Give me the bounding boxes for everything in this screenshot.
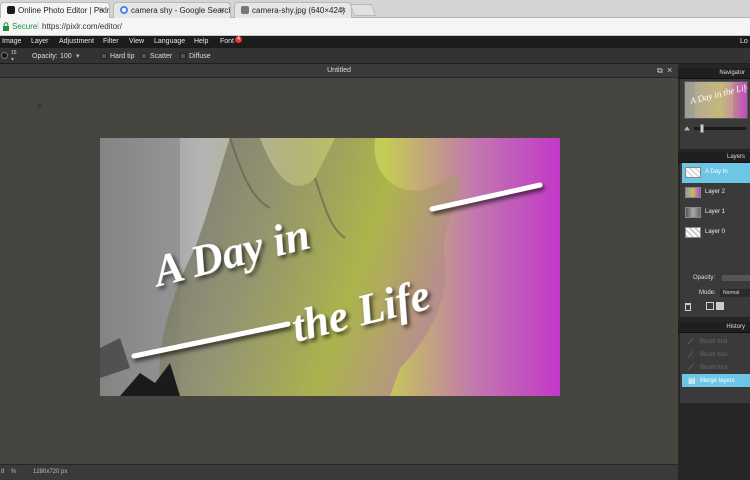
- google-favicon-icon: [120, 6, 128, 14]
- close-tab-icon[interactable]: ×: [99, 5, 104, 15]
- hard-tip-checkbox[interactable]: [101, 53, 107, 59]
- browser-tab-image[interactable]: camera-shy.jpg (640×424) ×: [234, 2, 352, 18]
- menu-filter[interactable]: Filter: [103, 38, 119, 45]
- layers-panel: A Day In Layer 2 Layer 1 Layer 0 Opacity…: [680, 163, 750, 317]
- menu-image[interactable]: Image: [2, 38, 21, 45]
- history-item-label: Brush tool: [700, 352, 728, 358]
- opacity-dropdown-icon[interactable]: ▾: [76, 52, 80, 60]
- zoom-slider-handle[interactable]: [700, 124, 704, 133]
- layer-row-layer-1[interactable]: Layer 1: [682, 203, 750, 223]
- layer-name: Layer 0: [705, 229, 726, 235]
- layer-name: Layer 2: [705, 189, 726, 195]
- brush-size-dropdown-icon[interactable]: ▾: [11, 56, 14, 63]
- canvas-image: A Day in the Life: [100, 138, 560, 396]
- menu-adjustment[interactable]: Adjustment: [59, 38, 94, 45]
- pixlr-favicon-icon: [7, 6, 15, 14]
- layer-row-layer-2[interactable]: Layer 2: [682, 183, 750, 203]
- menu-font[interactable]: Font: [220, 38, 234, 45]
- layer-style-icon[interactable]: [716, 302, 724, 310]
- browser-tab-bar: Online Photo Editor | Pixlr Edi × camera…: [0, 0, 750, 18]
- layer-mode-select[interactable]: Normal: [720, 289, 750, 297]
- document-workspace: Untitled ⧉ × A Day in the Life 8 % 1280x…: [0, 64, 678, 480]
- brush-icon: ⟋: [688, 337, 694, 346]
- address-divider: |: [37, 21, 40, 30]
- layer-opacity-label: Opacity:: [693, 275, 716, 281]
- secure-label: Secure: [12, 22, 38, 31]
- close-tab-icon[interactable]: ×: [220, 5, 225, 15]
- hard-tip-label: Hard tip: [110, 53, 135, 60]
- layers-header[interactable]: Layers: [678, 152, 750, 163]
- opacity-value[interactable]: 100: [60, 53, 72, 60]
- document-status-bar: 8 % 1280x720 px: [0, 464, 678, 480]
- close-tab-icon[interactable]: ×: [341, 5, 346, 15]
- scatter-label: Scatter: [150, 53, 173, 60]
- navigator-preview[interactable]: A Day in the Life: [684, 81, 748, 119]
- history-panel: ⟋ Brush tool ⟋ Brush tool ⟋ Brush tool ▤…: [680, 333, 750, 403]
- brush-cursor-icon: [37, 104, 42, 109]
- layer-thumbnail: [685, 167, 701, 178]
- history-item-active[interactable]: ▤ Merge layers: [682, 374, 750, 387]
- tool-options-bar: 15 ▾ Opacity: 100 ▾ Hard tip Scatter Dif…: [0, 48, 750, 64]
- navigator-title: Navigator: [719, 70, 745, 76]
- layer-row-layer-0[interactable]: Layer 0: [682, 223, 750, 243]
- brush-icon: ⟋: [688, 363, 694, 372]
- browser-tab-pixlr[interactable]: Online Photo Editor | Pixlr Edi ×: [0, 2, 110, 18]
- history-item-label: Brush tool: [700, 365, 728, 371]
- document-title: Untitled: [327, 67, 351, 74]
- scatter-checkbox[interactable]: [141, 53, 147, 59]
- merge-layers-icon: ▤: [688, 376, 696, 385]
- url-text[interactable]: https://pixlr.com/editor/: [42, 22, 122, 31]
- zoom-unit: %: [11, 469, 17, 475]
- layers-title: Layers: [726, 154, 745, 160]
- layer-thumbnail: [685, 187, 701, 198]
- layer-name: A Day In: [705, 169, 728, 175]
- lock-icon: [3, 22, 9, 31]
- menu-layer[interactable]: Layer: [31, 38, 49, 45]
- tab-label: Online Photo Editor | Pixlr Edi: [18, 6, 110, 15]
- layer-mask-icon[interactable]: [706, 302, 714, 310]
- zoom-out-icon[interactable]: [684, 126, 690, 131]
- document-title-bar[interactable]: Untitled ⧉ ×: [0, 64, 678, 78]
- image-favicon-icon: [241, 6, 249, 14]
- close-document-icon[interactable]: ×: [667, 65, 672, 75]
- opacity-label: Opacity:: [32, 53, 58, 60]
- document-canvas[interactable]: A Day in the Life: [100, 138, 560, 396]
- zoom-value[interactable]: 8: [1, 469, 4, 475]
- diffuse-checkbox[interactable]: [180, 53, 186, 59]
- tab-label: camera shy - Google Search: [131, 6, 231, 15]
- tab-label: camera-shy.jpg (640×424): [252, 6, 346, 15]
- layer-thumbnail: [685, 207, 701, 218]
- history-item[interactable]: ⟋ Brush tool: [682, 361, 750, 374]
- layer-row-a-day-in[interactable]: A Day In: [682, 163, 750, 183]
- browser-tab-google[interactable]: camera shy - Google Search ×: [113, 2, 231, 18]
- diffuse-label: Diffuse: [189, 53, 211, 60]
- navigator-panel: A Day in the Life: [680, 79, 750, 149]
- document-dimensions: 1280x720 px: [33, 469, 68, 475]
- restore-window-icon[interactable]: ⧉: [657, 66, 663, 76]
- brush-preview-icon[interactable]: [1, 52, 8, 59]
- right-panels: Navigator A Day in the Life Layers A Day…: [678, 64, 750, 480]
- menu-login[interactable]: Lo: [740, 38, 748, 45]
- history-header[interactable]: History: [678, 322, 750, 333]
- history-item-label: Merge layers: [700, 378, 735, 384]
- history-item[interactable]: ⟋ Brush tool: [682, 335, 750, 348]
- menu-language[interactable]: Language: [154, 38, 185, 45]
- font-notification-badge: 4: [235, 36, 242, 43]
- navigator-preview-image: A Day in the Life: [685, 82, 747, 118]
- new-tab-button[interactable]: [349, 4, 377, 16]
- navigator-header[interactable]: Navigator: [678, 68, 750, 79]
- brush-icon: ⟋: [688, 350, 694, 359]
- app-menu-bar: Image Layer Adjustment Filter View Langu…: [0, 36, 750, 48]
- layer-thumbnail: [685, 227, 701, 238]
- history-item[interactable]: ⟋ Brush tool: [682, 348, 750, 361]
- history-item-label: Brush tool: [700, 339, 728, 345]
- layer-opacity-slider[interactable]: [722, 275, 750, 281]
- history-title: History: [726, 324, 745, 330]
- menu-help[interactable]: Help: [194, 38, 208, 45]
- address-bar[interactable]: Secure | https://pixlr.com/editor/: [0, 18, 750, 36]
- layer-mode-label: Mode:: [699, 290, 716, 296]
- delete-layer-icon[interactable]: [685, 303, 691, 311]
- layer-name: Layer 1: [705, 209, 726, 215]
- menu-view[interactable]: View: [129, 38, 144, 45]
